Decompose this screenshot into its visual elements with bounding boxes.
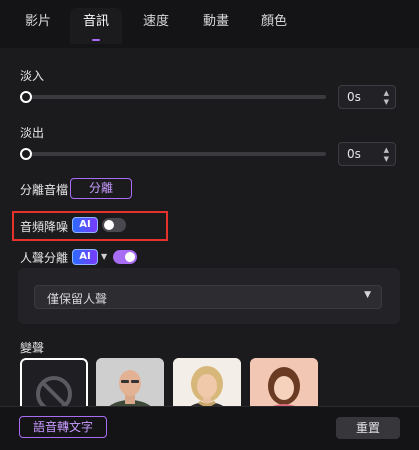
decrement-icon[interactable]: ▼: [384, 155, 389, 163]
tab-speed-label: 速度: [142, 14, 169, 29]
tab-audio-label: 音訊: [82, 14, 109, 29]
vocal-separation-label: 人聲分離: [20, 251, 69, 265]
vocal-separation-toggle[interactable]: [113, 250, 137, 264]
speech-to-text-button[interactable]: 語音轉文字: [19, 416, 107, 438]
chevron-down-icon: ▼: [364, 290, 371, 300]
toggle-knob: [125, 252, 135, 262]
fade-in-duration-input[interactable]: 0s ▲ ▼: [338, 85, 396, 109]
fade-out-label: 淡出: [20, 126, 45, 140]
increment-icon[interactable]: ▲: [384, 146, 389, 154]
fade-in-label: 淡入: [20, 69, 45, 83]
ai-badge: AI: [72, 249, 98, 265]
voice-changer-label: 變聲: [20, 341, 45, 355]
fade-out-duration-input[interactable]: 0s ▲ ▼: [338, 142, 396, 166]
tab-speed[interactable]: 速度: [128, 8, 184, 44]
toggle-knob: [104, 220, 114, 230]
decrement-icon[interactable]: ▼: [384, 98, 389, 106]
chevron-down-icon[interactable]: ▼: [101, 252, 107, 261]
fade-out-slider-handle[interactable]: [20, 148, 32, 160]
tab-video-label: 影片: [24, 14, 51, 29]
fade-in-slider-handle[interactable]: [20, 91, 32, 103]
active-tab-indicator: [92, 39, 100, 41]
tab-color-label: 顏色: [260, 14, 287, 29]
fade-in-duration-value: 0s: [347, 90, 361, 104]
fade-out-duration-value: 0s: [347, 147, 361, 161]
separate-audio-label: 分離音檔: [20, 183, 69, 197]
vocal-mode-value: 僅保留人聲: [47, 292, 108, 306]
footer-bar: 語音轉文字 重置: [0, 406, 419, 450]
tab-bar: 影片 音訊 速度 動畫 顏色: [0, 0, 419, 48]
ai-badge: AI: [72, 217, 98, 233]
tab-audio[interactable]: 音訊: [70, 8, 122, 44]
tab-color[interactable]: 顏色: [248, 8, 300, 44]
separate-audio-button[interactable]: 分離: [70, 178, 132, 199]
vocal-mode-select[interactable]: 僅保留人聲 ▼: [34, 285, 382, 309]
fade-out-slider[interactable]: [24, 152, 326, 156]
tab-animation-label: 動畫: [202, 14, 229, 29]
tab-video[interactable]: 影片: [8, 8, 68, 44]
vocal-option-panel: 僅保留人聲 ▼: [18, 268, 400, 324]
tab-animation[interactable]: 動畫: [188, 8, 244, 44]
increment-icon[interactable]: ▲: [384, 89, 389, 97]
fade-in-slider[interactable]: [24, 95, 326, 99]
denoise-toggle[interactable]: [102, 218, 126, 232]
reset-button[interactable]: 重置: [336, 417, 400, 439]
denoise-label: 音頻降噪: [20, 220, 69, 234]
